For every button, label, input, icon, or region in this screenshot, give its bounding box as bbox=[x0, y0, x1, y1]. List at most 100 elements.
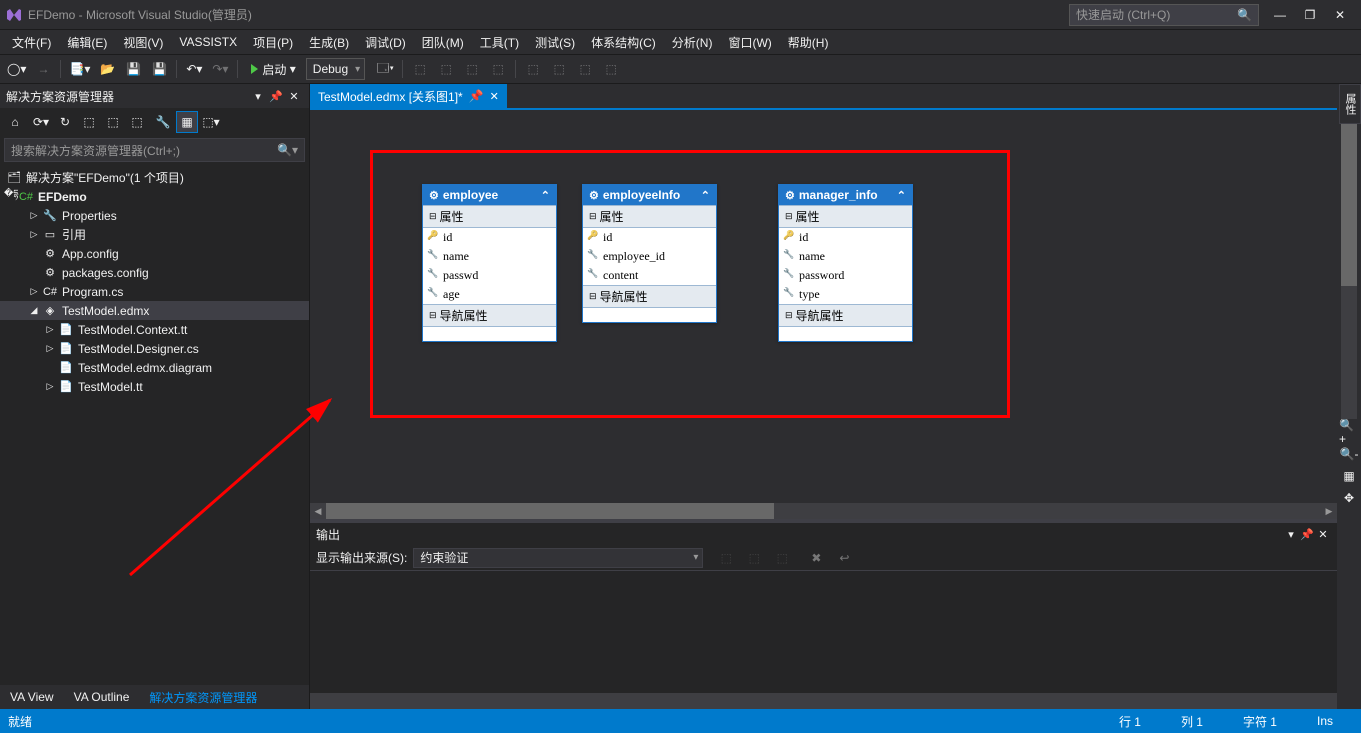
chevron-icon[interactable]: ▷ bbox=[44, 381, 56, 392]
output-dropdown-button[interactable]: ▾ bbox=[1283, 528, 1299, 541]
tree-node[interactable]: ◢◈TestModel.edmx bbox=[0, 301, 309, 320]
entity-employeeInfo[interactable]: ⚙employeeInfo⌃⊟ 属性idemployee_idcontent⊟ … bbox=[582, 184, 717, 323]
menu-team[interactable]: 团队(M) bbox=[414, 31, 472, 54]
entity-prop[interactable]: age bbox=[423, 285, 556, 304]
zoom-in-button[interactable]: 🔍+ bbox=[1339, 422, 1359, 442]
sol-refresh-button[interactable]: ⟳▾ bbox=[30, 111, 52, 133]
close-window-button[interactable]: ✕ bbox=[1325, 4, 1355, 26]
scroll-thumb[interactable] bbox=[326, 503, 774, 519]
tab-pin-icon[interactable]: 📌 bbox=[469, 89, 484, 103]
document-tab-active[interactable]: TestModel.edmx [关系图1]* 📌 ✕ bbox=[310, 84, 507, 108]
menu-architecture[interactable]: 体系结构(C) bbox=[583, 31, 664, 54]
tree-node[interactable]: ▷C#Program.cs bbox=[0, 282, 309, 301]
sol-tool-button-1[interactable]: ⬚ bbox=[78, 111, 100, 133]
entity-prop[interactable]: name bbox=[779, 247, 912, 266]
chevron-icon[interactable]: ▷ bbox=[28, 210, 40, 221]
panel-close-button[interactable]: ✕ bbox=[285, 90, 303, 103]
tree-node[interactable]: ▷📄TestModel.tt bbox=[0, 377, 309, 396]
menu-debug[interactable]: 调试(D) bbox=[357, 31, 414, 54]
tab-close-button[interactable]: ✕ bbox=[490, 90, 499, 103]
sol-tool-button-2[interactable]: ⬚ bbox=[102, 111, 124, 133]
panel-dropdown-button[interactable]: ▾ bbox=[249, 90, 267, 103]
chevron-icon[interactable]: ▷ bbox=[44, 362, 56, 373]
tool-button-8[interactable]: ⬚ bbox=[573, 57, 597, 81]
tool-button-5[interactable]: ⬚ bbox=[486, 57, 510, 81]
chevron-icon[interactable]: ▷ bbox=[28, 267, 40, 278]
entity-prop[interactable]: employee_id bbox=[583, 247, 716, 266]
output-source-select[interactable]: 约束验证 bbox=[413, 548, 703, 568]
vertical-scrollbar[interactable] bbox=[1341, 86, 1357, 419]
chevron-down-icon[interactable]: �དྷ bbox=[4, 184, 16, 209]
entity-prop[interactable]: passwd bbox=[423, 266, 556, 285]
diagram-canvas[interactable]: ⚙employee⌃⊟ 属性idnamepasswdage⊟ 导航属性⚙empl… bbox=[310, 110, 1337, 503]
chevron-icon[interactable]: ▷ bbox=[44, 324, 56, 335]
menu-file[interactable]: 文件(F) bbox=[4, 31, 59, 54]
tool-button-7[interactable]: ⬚ bbox=[547, 57, 571, 81]
output-body[interactable] bbox=[310, 571, 1337, 693]
solution-tree[interactable]: 🗂 解决方案"EFDemo"(1 个项目) �དྷ C# EFDemo ▷🔧Pr… bbox=[0, 164, 309, 685]
output-close-button[interactable]: ✕ bbox=[1315, 528, 1331, 541]
entity-key[interactable]: id bbox=[583, 228, 716, 247]
sol-home-button[interactable]: ⌂ bbox=[4, 111, 26, 133]
tab-va-outline[interactable]: VA Outline bbox=[64, 686, 140, 708]
menu-project[interactable]: 项目(P) bbox=[245, 31, 301, 54]
entity-header[interactable]: ⚙employee⌃ bbox=[423, 185, 556, 205]
output-tool-1[interactable]: ⬚ bbox=[715, 547, 737, 569]
pan-button[interactable]: ✥ bbox=[1339, 488, 1359, 508]
sol-tool-button-3[interactable]: ⬚ bbox=[126, 111, 148, 133]
chevron-icon[interactable]: ◢ bbox=[28, 305, 40, 316]
menu-edit[interactable]: 编辑(E) bbox=[59, 31, 115, 54]
entity-prop[interactable]: type bbox=[779, 285, 912, 304]
start-debug-button[interactable]: 启动 ▾ bbox=[243, 61, 303, 78]
collapse-icon[interactable]: ⌃ bbox=[701, 189, 710, 202]
tree-node[interactable]: ▷📄TestModel.edmx.diagram bbox=[0, 358, 309, 377]
tool-button[interactable]: 🗔▾ bbox=[373, 57, 397, 81]
new-project-button[interactable]: 📑▾ bbox=[66, 57, 93, 81]
tree-node[interactable]: ▷⚙packages.config bbox=[0, 263, 309, 282]
chevron-icon[interactable]: ▷ bbox=[28, 286, 40, 297]
zoom-out-button[interactable]: 🔍- bbox=[1339, 444, 1359, 464]
scroll-left-button[interactable]: ◀ bbox=[310, 503, 326, 519]
horizontal-scrollbar[interactable]: ◀ ▶ bbox=[310, 503, 1337, 519]
output-scrollbar[interactable] bbox=[310, 693, 1337, 709]
menu-view[interactable]: 视图(V) bbox=[115, 31, 171, 54]
entity-employee[interactable]: ⚙employee⌃⊟ 属性idnamepasswdage⊟ 导航属性 bbox=[422, 184, 557, 342]
solution-search-input[interactable]: 搜索解决方案资源管理器(Ctrl+;) 🔍▾ bbox=[4, 138, 305, 162]
entity-header[interactable]: ⚙employeeInfo⌃ bbox=[583, 185, 716, 205]
sol-show-all-button[interactable]: ▦ bbox=[176, 111, 198, 133]
tree-node[interactable]: ▷🔧Properties bbox=[0, 206, 309, 225]
chevron-icon[interactable]: ▷ bbox=[28, 229, 40, 240]
output-tool-3[interactable]: ⬚ bbox=[771, 547, 793, 569]
chevron-icon[interactable]: ▷ bbox=[44, 343, 56, 354]
collapse-icon[interactable]: ⌃ bbox=[541, 189, 550, 202]
entity-key[interactable]: id bbox=[423, 228, 556, 247]
panel-pin-button[interactable]: 📌 bbox=[267, 90, 285, 103]
entity-prop[interactable]: name bbox=[423, 247, 556, 266]
tree-node[interactable]: ▷▭引用 bbox=[0, 225, 309, 244]
tree-node[interactable]: ▷📄TestModel.Context.tt bbox=[0, 320, 309, 339]
menu-test[interactable]: 测试(S) bbox=[527, 31, 583, 54]
menu-tools[interactable]: 工具(T) bbox=[472, 31, 527, 54]
nav-forward-button[interactable]: → bbox=[31, 57, 55, 81]
entity-header[interactable]: ⚙manager_info⌃ bbox=[779, 185, 912, 205]
maximize-button[interactable]: ❐ bbox=[1295, 4, 1325, 26]
minimize-button[interactable]: — bbox=[1265, 4, 1295, 26]
sol-sync-button[interactable]: ↻ bbox=[54, 111, 76, 133]
menu-vassistx[interactable]: VASSISTX bbox=[171, 32, 245, 52]
right-dock-properties-tab[interactable]: 属性 bbox=[1339, 84, 1361, 124]
section-nav[interactable]: ⊟ 导航属性 bbox=[423, 304, 556, 327]
entity-prop[interactable]: content bbox=[583, 266, 716, 285]
nav-back-button[interactable]: ◯▾ bbox=[4, 57, 29, 81]
project-node[interactable]: �དྷ C# EFDemo bbox=[0, 187, 309, 206]
quick-launch-input[interactable]: 快速启动 (Ctrl+Q) 🔍 bbox=[1069, 4, 1259, 26]
output-pin-button[interactable]: 📌 bbox=[1299, 528, 1315, 541]
menu-help[interactable]: 帮助(H) bbox=[780, 31, 837, 54]
entity-key[interactable]: id bbox=[779, 228, 912, 247]
save-button[interactable]: 💾 bbox=[121, 57, 145, 81]
sol-tool-button-4[interactable]: ⬚▾ bbox=[200, 111, 222, 133]
output-tool-2[interactable]: ⬚ bbox=[743, 547, 765, 569]
sol-properties-button[interactable]: 🔧 bbox=[152, 111, 174, 133]
output-clear-button[interactable]: ✖ bbox=[805, 547, 827, 569]
section-props[interactable]: ⊟ 属性 bbox=[779, 205, 912, 228]
tool-button-4[interactable]: ⬚ bbox=[460, 57, 484, 81]
